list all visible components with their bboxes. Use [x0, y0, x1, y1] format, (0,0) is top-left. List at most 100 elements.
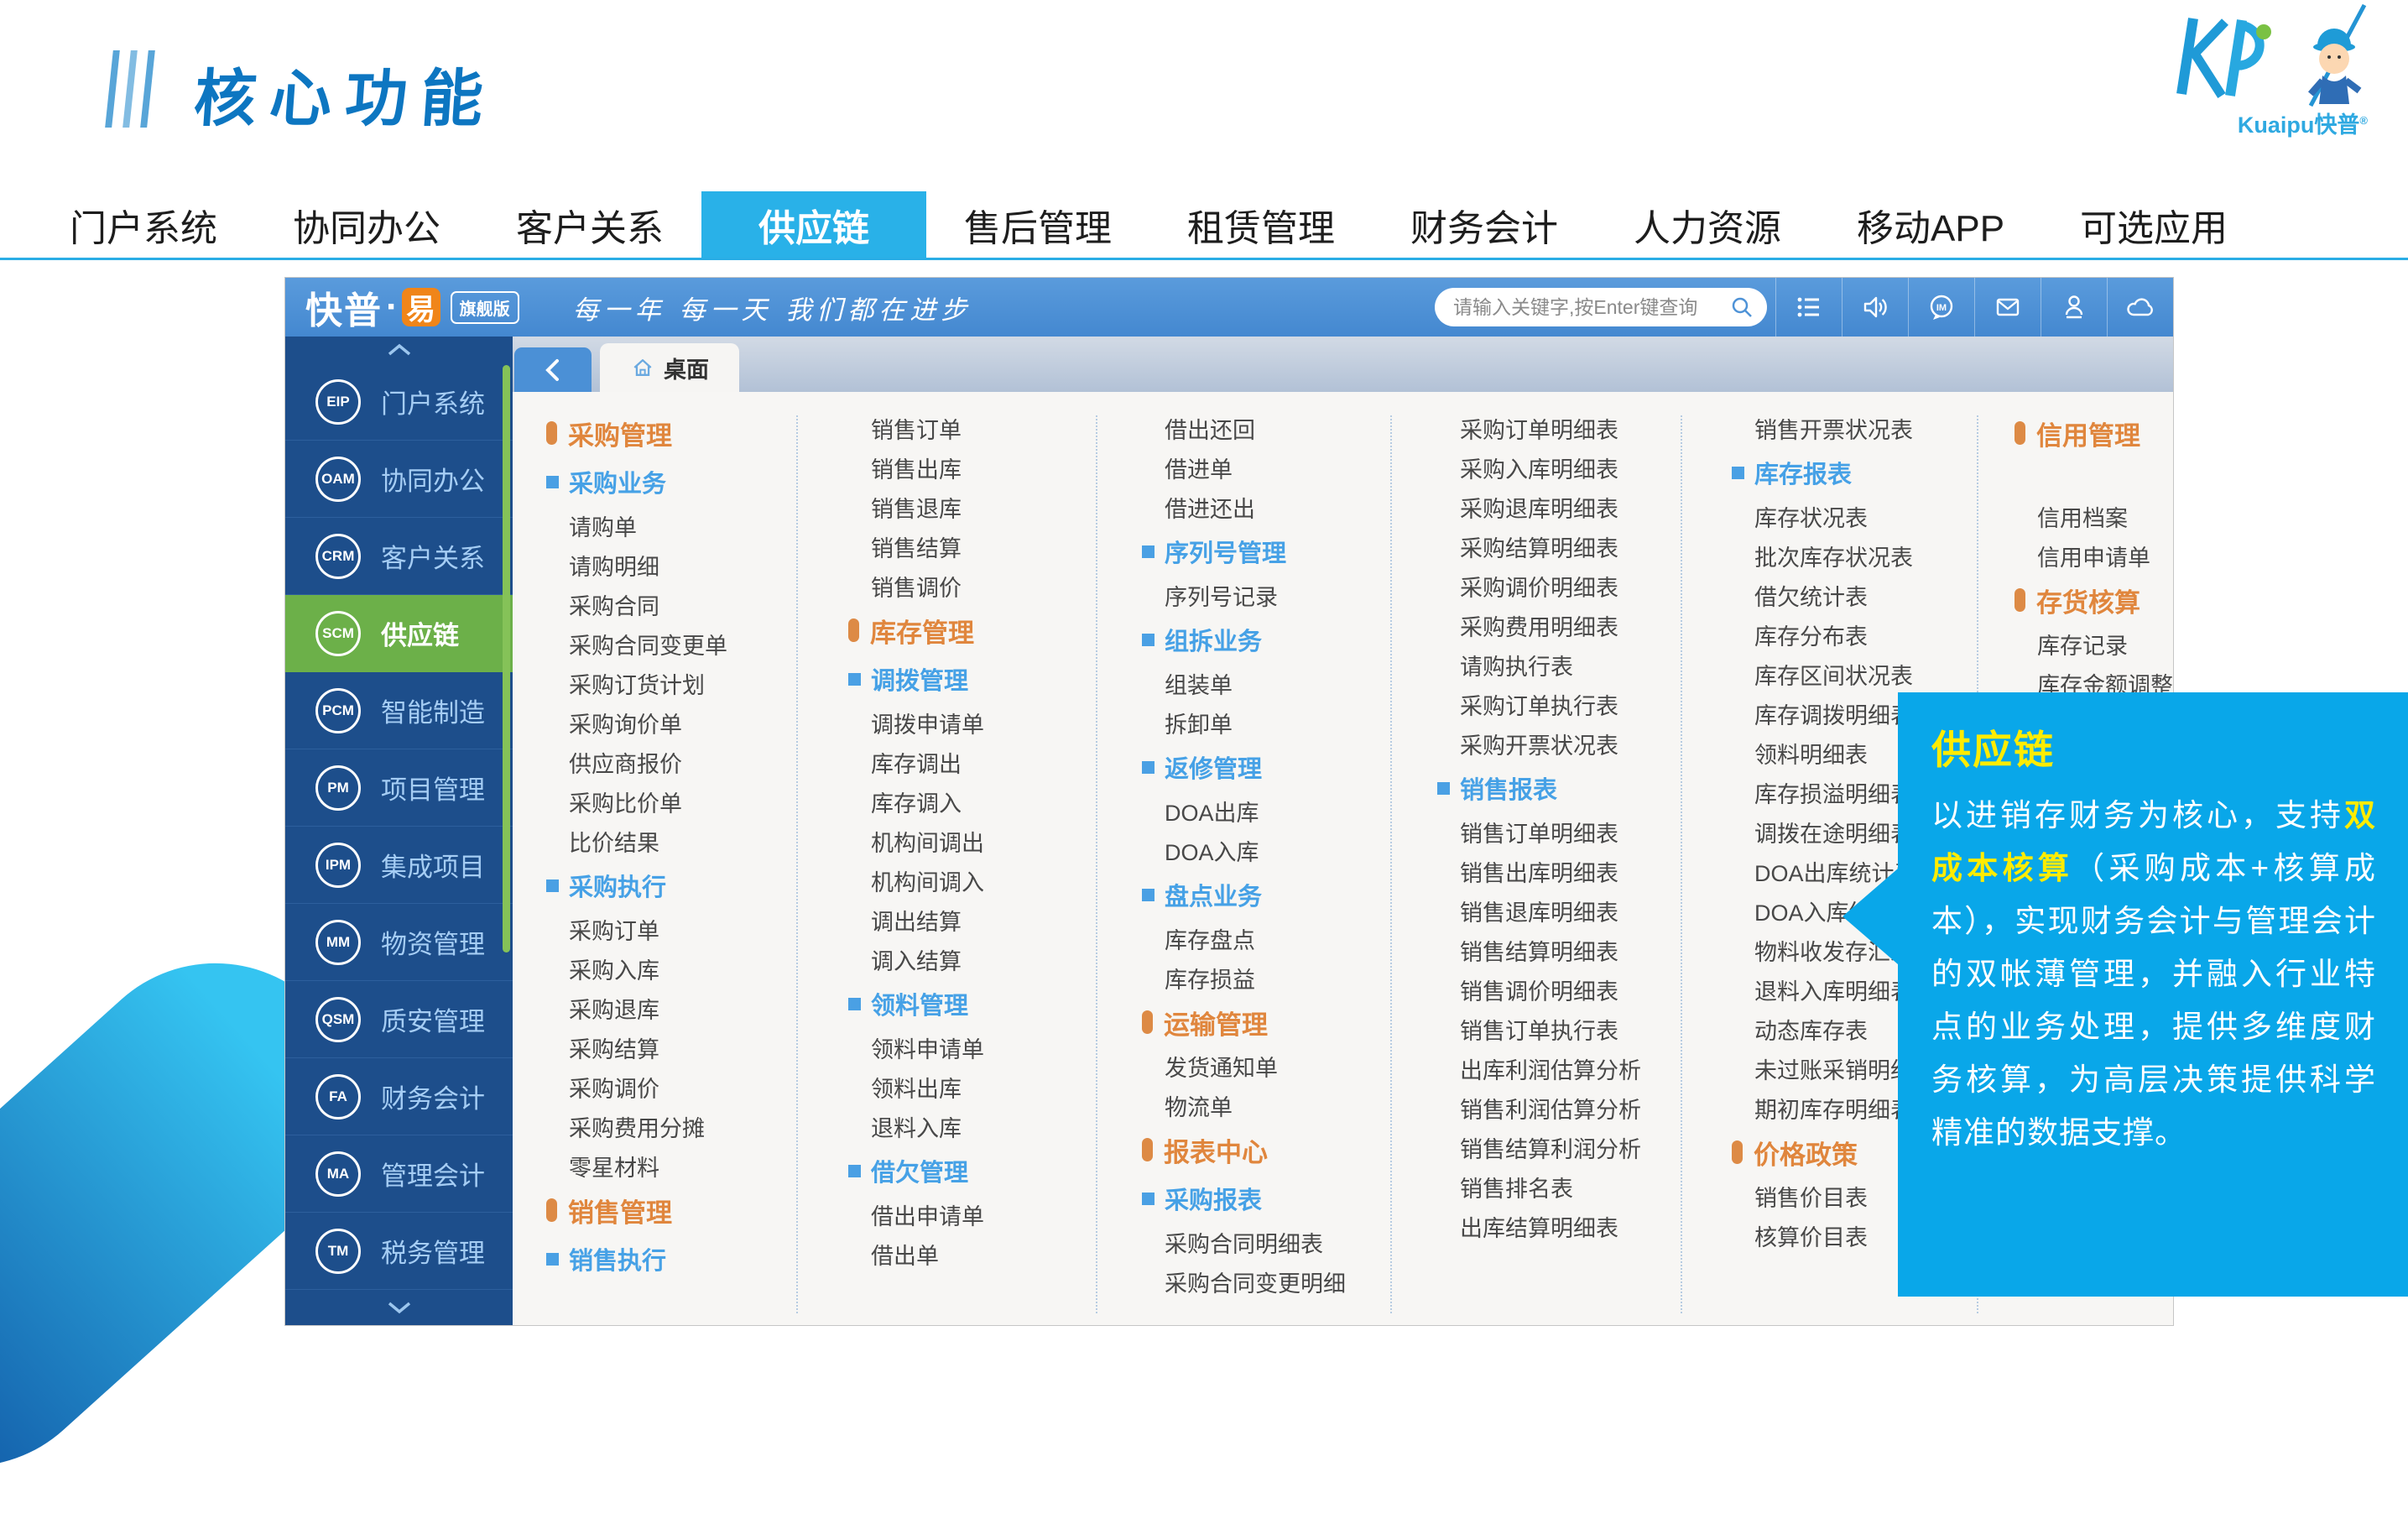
menu-link[interactable]: 销售退库明细表	[1437, 891, 1641, 931]
menu-link[interactable]: 采购调价	[546, 1067, 727, 1107]
section-header[interactable]: 运输管理	[1142, 998, 1346, 1046]
menu-link[interactable]: 采购结算	[546, 1028, 727, 1067]
nav-tab-财务会计[interactable]: 财务会计	[1373, 191, 1596, 258]
menu-link[interactable]: 销售调价	[848, 566, 984, 606]
sidebar-scrollbar[interactable]	[503, 365, 510, 952]
tab-desktop[interactable]: 桌面	[600, 343, 739, 392]
menu-link[interactable]: 请购明细	[546, 545, 727, 585]
menu-link[interactable]: 借出还回	[1142, 409, 1346, 448]
speaker-icon[interactable]	[1842, 278, 1908, 337]
subsection-header[interactable]: 组拆业务	[1142, 615, 1346, 664]
menu-link[interactable]: 销售利润估算分析	[1437, 1088, 1641, 1128]
subsection-header[interactable]: 领料管理	[848, 979, 984, 1028]
menu-link[interactable]: 出库利润估算分析	[1437, 1049, 1641, 1088]
menu-link[interactable]: 退料入库	[848, 1107, 984, 1146]
menu-link[interactable]: 销售结算	[848, 527, 984, 566]
menu-link[interactable]: 借出申请单	[848, 1195, 984, 1234]
sidebar-item-PCM[interactable]: PCM智能制造	[285, 672, 513, 749]
menu-link[interactable]: 组装单	[1142, 664, 1346, 703]
section-header[interactable]: 销售管理	[546, 1186, 727, 1234]
menu-link[interactable]: 采购费用明细表	[1437, 606, 1641, 645]
nav-tab-供应链[interactable]: 供应链	[701, 191, 926, 258]
menu-link[interactable]: 采购退库明细表	[1437, 488, 1641, 527]
menu-link[interactable]: 销售订单明细表	[1437, 812, 1641, 852]
menu-link[interactable]: 机构间调出	[848, 822, 984, 861]
menu-link[interactable]: 发货通知单	[1142, 1046, 1346, 1086]
sidebar-item-EIP[interactable]: EIP门户系统	[285, 363, 513, 441]
section-header[interactable]: 报表中心	[1142, 1125, 1346, 1174]
cloud-icon[interactable]	[2107, 278, 2173, 337]
menu-link[interactable]: DOA出库	[1142, 791, 1346, 831]
menu-link[interactable]: 销售退库	[848, 488, 984, 527]
nav-tab-人力资源[interactable]: 人力资源	[1596, 191, 1819, 258]
menu-link[interactable]: 采购入库明细表	[1437, 448, 1641, 488]
subsection-header[interactable]: 返修管理	[1142, 743, 1346, 791]
menu-link[interactable]: 借进还出	[1142, 488, 1346, 527]
im-icon[interactable]: IM	[1908, 278, 1974, 337]
menu-link[interactable]: 退料入库明细表	[1732, 970, 1917, 1010]
menu-link[interactable]: DOA入库	[1142, 831, 1346, 870]
menu-link[interactable]: 库存调入	[848, 782, 984, 822]
menu-link[interactable]: 零星材料	[546, 1146, 727, 1186]
global-search-box[interactable]	[1435, 288, 1767, 326]
menu-link[interactable]: 销售出库明细表	[1437, 852, 1641, 891]
menu-link[interactable]: 库存盘点	[1142, 919, 1346, 958]
nav-tab-客户关系[interactable]: 客户关系	[478, 191, 701, 258]
sidebar-item-PM[interactable]: PM项目管理	[285, 749, 513, 827]
mail-icon[interactable]	[1974, 278, 2041, 337]
menu-link[interactable]: 采购订单执行表	[1437, 685, 1641, 724]
sidebar-item-FA[interactable]: FA财务会计	[285, 1058, 513, 1135]
menu-link[interactable]: 批次库存状况表	[1732, 536, 1917, 576]
menu-link[interactable]: 采购订单明细表	[1437, 409, 1641, 448]
menu-link[interactable]: 销售出库	[848, 448, 984, 488]
sidebar-item-TM[interactable]: TM税务管理	[285, 1213, 513, 1290]
subsection-header[interactable]: 序列号管理	[1142, 527, 1346, 576]
menu-link[interactable]: 采购费用分摊	[546, 1107, 727, 1146]
subsection-header[interactable]: 采购执行	[546, 861, 727, 910]
menu-link[interactable]: 信用档案	[2014, 497, 2173, 536]
sidebar-scroll-down[interactable]	[285, 1289, 513, 1325]
search-input[interactable]	[1452, 295, 1728, 320]
menu-link[interactable]: 信用申请单	[2014, 536, 2173, 576]
user-icon[interactable]	[2041, 278, 2107, 337]
sidebar-item-IPM[interactable]: IPM集成项目	[285, 827, 513, 904]
menu-link[interactable]: 采购入库	[546, 949, 727, 989]
menu-link[interactable]: 销售开票状况表	[1732, 409, 1917, 448]
sidebar-item-MA[interactable]: MA管理会计	[285, 1135, 513, 1213]
section-header[interactable]: 信用管理	[2014, 409, 2173, 457]
menu-link[interactable]: 请购单	[546, 506, 727, 545]
search-icon[interactable]	[1728, 294, 1755, 321]
sidebar-item-QSM[interactable]: QSM质安管理	[285, 981, 513, 1058]
menu-link[interactable]: 库存调拨明细表	[1732, 694, 1917, 733]
section-header[interactable]: 库存管理	[848, 606, 984, 655]
menu-link[interactable]: 销售调价明细表	[1437, 970, 1641, 1010]
menu-link[interactable]: 领料申请单	[848, 1028, 984, 1067]
menu-link[interactable]: 采购询价单	[546, 703, 727, 743]
sidebar-item-CRM[interactable]: CRM客户关系	[285, 518, 513, 595]
menu-link[interactable]: 比价结果	[546, 822, 727, 861]
menu-link[interactable]: 库存分布表	[1732, 615, 1917, 655]
menu-link[interactable]: 采购订单	[546, 910, 727, 949]
list-icon[interactable]	[1775, 278, 1842, 337]
nav-tab-售后管理[interactable]: 售后管理	[926, 191, 1149, 258]
menu-link[interactable]: 领料出库	[848, 1067, 984, 1107]
nav-tab-租赁管理[interactable]: 租赁管理	[1149, 191, 1373, 258]
menu-link[interactable]: 借欠统计表	[1732, 576, 1917, 615]
menu-link[interactable]: 销售价目表	[1732, 1177, 1917, 1216]
subsection-header[interactable]: 采购业务	[546, 457, 727, 506]
menu-link[interactable]: 销售结算利润分析	[1437, 1128, 1641, 1167]
menu-link[interactable]: 采购合同	[546, 585, 727, 624]
menu-link[interactable]: 采购合同变更单	[546, 624, 727, 664]
menu-link[interactable]: 出库结算明细表	[1437, 1207, 1641, 1246]
menu-link[interactable]: 序列号记录	[1142, 576, 1346, 615]
back-button[interactable]	[514, 347, 592, 392]
sidebar-item-MM[interactable]: MM物资管理	[285, 904, 513, 981]
menu-link[interactable]: 库存损益	[1142, 958, 1346, 998]
nav-tab-门户系统[interactable]: 门户系统	[32, 191, 255, 258]
subsection-header[interactable]: 销售执行	[546, 1234, 727, 1283]
menu-link[interactable]: 调出结算	[848, 900, 984, 940]
menu-link[interactable]: 采购调价明细表	[1437, 566, 1641, 606]
menu-link[interactable]: 核算价目表	[1732, 1216, 1917, 1255]
subsection-header[interactable]: 销售报表	[1437, 764, 1641, 812]
nav-tab-可选应用[interactable]: 可选应用	[2042, 191, 2265, 258]
